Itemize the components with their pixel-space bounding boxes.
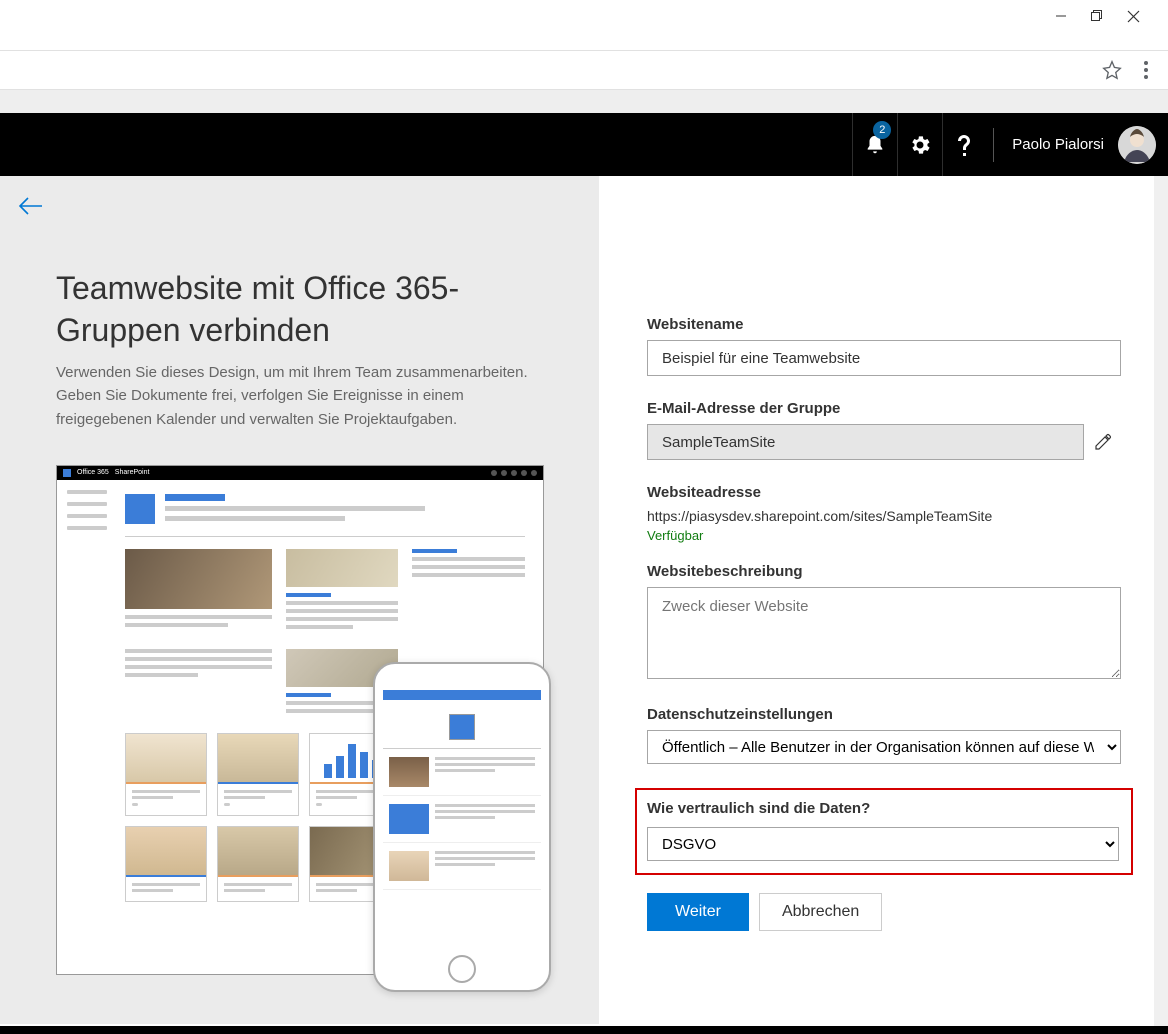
browser-menu-icon[interactable]: [1136, 60, 1156, 80]
cancel-button[interactable]: Abbrechen: [759, 893, 882, 931]
site-description-input[interactable]: [647, 587, 1121, 679]
bookmark-star-icon[interactable]: [1102, 60, 1122, 80]
group-email-input[interactable]: [647, 424, 1084, 460]
site-address-label: Websiteadresse: [647, 484, 1112, 501]
window-controls: [1055, 0, 1168, 32]
form-pane: Websitename E-Mail-Adresse der Gruppe We…: [599, 176, 1154, 1024]
close-icon[interactable]: [1127, 10, 1140, 23]
maximize-button[interactable]: [1091, 10, 1103, 22]
site-address-field: Websiteadresse https://piasysdev.sharepo…: [647, 484, 1112, 543]
avatar[interactable]: [1118, 126, 1156, 164]
sensitivity-select[interactable]: DSGVO: [647, 827, 1119, 861]
preview-app-label: Office 365: [77, 469, 109, 476]
next-button[interactable]: Weiter: [647, 893, 749, 931]
tab-strip: [0, 90, 1168, 114]
notifications-button[interactable]: 2: [852, 113, 897, 176]
back-button[interactable]: [18, 196, 44, 216]
site-name-input[interactable]: [647, 340, 1121, 376]
minimize-button[interactable]: [1055, 10, 1067, 22]
site-address-url: https://piasysdev.sharepoint.com/sites/S…: [647, 508, 1112, 524]
suite-bar: 2 Paolo Pialorsi: [0, 113, 1168, 176]
content: Teamwebsite mit Office 365-Gruppen verbi…: [0, 176, 1154, 1024]
user-name[interactable]: Paolo Pialorsi: [1012, 136, 1104, 153]
left-pane: Teamwebsite mit Office 365-Gruppen verbi…: [0, 176, 599, 1024]
browser-toolbar: [0, 50, 1168, 90]
privacy-field: Datenschutzeinstellungen Öffentlich – Al…: [647, 706, 1112, 764]
edit-email-icon[interactable]: [1094, 433, 1112, 451]
settings-button[interactable]: [897, 113, 942, 176]
notifications-badge: 2: [873, 121, 891, 139]
help-button[interactable]: [942, 113, 987, 176]
scrollbar[interactable]: [1154, 176, 1168, 1026]
page-description: Verwenden Sie dieses Design, um mit Ihre…: [56, 361, 563, 431]
form-buttons: Weiter Abbrechen: [647, 893, 1112, 931]
sensitivity-highlight: Wie vertraulich sind die Daten? DSGVO: [635, 788, 1133, 875]
site-description-label: Websitebeschreibung: [647, 563, 1112, 580]
privacy-select[interactable]: Öffentlich – Alle Benutzer in der Organi…: [647, 730, 1121, 764]
group-email-field: E-Mail-Adresse der Gruppe: [647, 400, 1112, 460]
phone-preview: [373, 662, 551, 992]
site-name-field: Websitename: [647, 316, 1112, 376]
sensitivity-label: Wie vertraulich sind die Daten?: [647, 800, 1121, 817]
privacy-label: Datenschutzeinstellungen: [647, 706, 1112, 723]
site-address-status: Verfügbar: [647, 528, 1112, 543]
preview-product-label: SharePoint: [115, 469, 150, 476]
separator: [993, 128, 994, 162]
bottom-bar: [0, 1026, 1168, 1034]
design-preview: Office 365 SharePoint: [56, 465, 544, 975]
site-name-label: Websitename: [647, 316, 1112, 333]
site-description-field: Websitebeschreibung: [647, 563, 1112, 682]
page-title: Teamwebsite mit Office 365-Gruppen verbi…: [56, 268, 563, 351]
group-email-label: E-Mail-Adresse der Gruppe: [647, 400, 1112, 417]
